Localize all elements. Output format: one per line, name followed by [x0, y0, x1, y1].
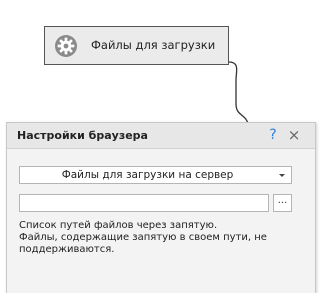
gear-icon [55, 35, 77, 57]
file-paths-input[interactable] [19, 194, 269, 212]
panel-header: Настройки браузера ? × [7, 123, 315, 149]
node-label: Файлы для загрузки [91, 38, 216, 52]
hint-line: поддерживаются. [19, 244, 115, 255]
action-type-select-value: Файлы для загрузки на сервер [61, 169, 234, 181]
browse-button[interactable]: ... [273, 194, 292, 212]
hint-text: Список путей файлов через запятую. Файлы… [19, 220, 299, 256]
panel-title: Настройки браузера [17, 129, 148, 142]
browser-settings-panel: Настройки браузера ? × Файлы для загрузк… [6, 122, 316, 293]
close-icon[interactable]: × [287, 127, 301, 144]
hint-line: Файлы, содержащие запятую в своем пути, … [19, 232, 267, 243]
action-node-upload-files[interactable]: Файлы для загрузки [44, 26, 229, 65]
help-icon[interactable]: ? [266, 127, 280, 144]
chevron-down-icon [279, 174, 285, 177]
hint-line: Список путей файлов через запятую. [19, 220, 218, 231]
action-type-select[interactable]: Файлы для загрузки на сервер [19, 166, 292, 184]
